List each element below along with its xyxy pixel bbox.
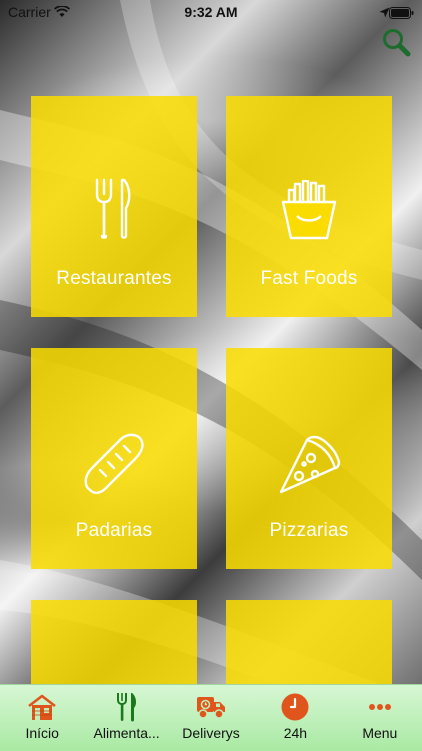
search-icon (381, 27, 411, 62)
tab-alimentacao[interactable]: Alimenta... (84, 685, 168, 751)
tab-label: Alimenta... (93, 725, 160, 741)
pizza-slice-icon (277, 432, 341, 501)
category-tile-padarias[interactable]: Padarias (31, 348, 197, 569)
more-dots-icon (368, 691, 392, 723)
status-time: 9:32 AM (184, 4, 238, 20)
tile-label: Pizzarias (269, 520, 349, 541)
bottom-tab-bar: Início Alimenta... Deliverys 24h Menu (0, 684, 422, 751)
tile-label: Padarias (75, 520, 153, 541)
tab-label: Início (25, 725, 59, 741)
clock-icon (280, 691, 310, 723)
fork-knife-icon (116, 691, 138, 723)
category-tile-pizzarias[interactable]: Pizzarias (226, 348, 392, 569)
tab-menu[interactable]: Menu (338, 685, 422, 751)
fries-icon (281, 179, 337, 245)
tab-label: Menu (362, 725, 398, 741)
house-icon (27, 691, 57, 723)
category-tile-restaurantes[interactable]: Restaurantes (31, 96, 197, 317)
tab-label: Deliverys (182, 725, 240, 741)
category-tile-fast-foods[interactable]: Fast Foods (226, 96, 392, 317)
category-tile[interactable] (226, 600, 392, 684)
search-button[interactable] (379, 27, 413, 61)
fork-knife-icon (94, 178, 134, 245)
bread-icon (82, 432, 146, 501)
status-bar: Carrier 9:32 AM (0, 0, 422, 24)
tab-24h[interactable]: 24h (253, 685, 337, 751)
delivery-truck-icon (195, 691, 227, 723)
battery-icon (389, 6, 414, 22)
tab-inicio[interactable]: Início (0, 685, 84, 751)
tile-label: Fast Foods (260, 268, 358, 289)
tab-deliverys[interactable]: Deliverys (169, 685, 253, 751)
tile-label: Restaurantes (56, 268, 172, 289)
tab-label: 24h (283, 725, 308, 741)
category-tile[interactable] (31, 600, 197, 684)
